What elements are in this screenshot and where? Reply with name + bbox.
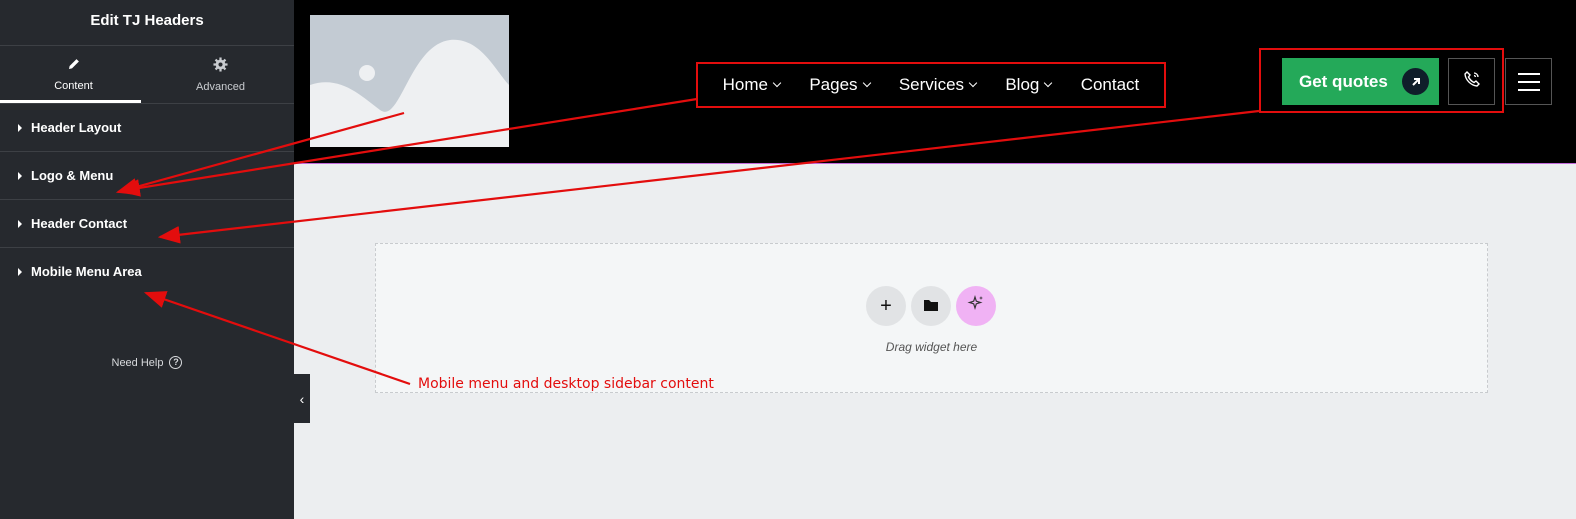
hamburger-menu-button[interactable] (1505, 58, 1552, 105)
caret-right-icon (18, 171, 22, 180)
section-header-layout[interactable]: Header Layout (0, 104, 294, 152)
nav-label: Blog (1005, 75, 1040, 94)
nav-label: Home (722, 75, 769, 94)
template-library-button[interactable] (911, 286, 951, 326)
collapse-panel-button[interactable]: ‹ (294, 374, 310, 423)
editor-panel: Edit TJ Headers Content Advanced Header … (0, 0, 294, 519)
chevron-down-icon (772, 78, 782, 88)
question-circle-icon: ? (169, 356, 183, 369)
section-label: Logo & Menu (31, 168, 114, 183)
caret-right-icon (18, 123, 22, 132)
nav-label: Services (898, 75, 965, 94)
active-tab-indicator (0, 100, 141, 103)
annotation-label: Mobile menu and desktop sidebar content (418, 376, 714, 392)
chevron-down-icon (1044, 78, 1053, 88)
nav-item-contact[interactable]: Contact (1081, 75, 1140, 95)
caret-right-icon (18, 219, 22, 228)
drop-hint-text: Drag widget here (885, 340, 978, 354)
widget-drop-zone[interactable]: + Drag widget here (375, 243, 1488, 393)
plus-icon: + (880, 294, 892, 317)
phone-button[interactable] (1448, 58, 1495, 105)
section-mobile-menu-area[interactable]: Mobile Menu Area (0, 248, 294, 295)
section-header-contact[interactable]: Header Contact (0, 200, 294, 248)
panel-tabs: Content Advanced (0, 46, 294, 104)
nav-item-home[interactable]: Home (722, 75, 782, 95)
nav-label: Contact (1080, 75, 1140, 94)
chevron-left-icon: ‹ (299, 390, 305, 407)
panel-title: Edit TJ Headers (0, 0, 294, 46)
nav-label: Pages (809, 75, 858, 94)
hamburger-icon-line (1517, 72, 1540, 75)
tab-advanced-label: Advanced (196, 80, 245, 93)
need-help-link[interactable]: Need Help ? (0, 356, 294, 369)
dropzone-actions: + (866, 286, 996, 326)
get-quotes-label: Get quotes (1299, 71, 1388, 91)
logo-placeholder-image[interactable] (310, 15, 509, 147)
section-label: Header Contact (31, 216, 128, 231)
get-quotes-button[interactable]: Get quotes (1282, 58, 1439, 105)
caret-right-icon (18, 267, 22, 276)
ai-generate-button[interactable] (956, 286, 996, 326)
chevron-down-icon (862, 78, 871, 88)
chevron-down-icon (968, 78, 978, 88)
arrow-up-right-icon (1402, 68, 1429, 95)
section-label: Header Layout (31, 120, 122, 135)
nav-item-services[interactable]: Services (898, 75, 978, 95)
hamburger-icon-line (1517, 80, 1540, 83)
add-section-button[interactable]: + (866, 286, 906, 326)
section-logo-menu[interactable]: Logo & Menu (0, 152, 294, 200)
need-help-label: Need Help (111, 356, 164, 369)
sparkle-icon (967, 294, 985, 318)
nav-item-blog[interactable]: Blog (1005, 75, 1053, 95)
tab-advanced[interactable]: Advanced (147, 46, 294, 103)
phone-icon (1463, 70, 1481, 93)
main-nav: Home Pages Services Blog Contact (696, 62, 1166, 108)
section-label: Mobile Menu Area (31, 264, 142, 279)
nav-item-pages[interactable]: Pages (809, 75, 871, 95)
hamburger-icon-line (1517, 88, 1540, 91)
gear-icon (213, 56, 228, 75)
tab-content[interactable]: Content (0, 46, 147, 103)
pencil-icon (67, 57, 81, 74)
folder-icon (923, 295, 939, 318)
tab-content-label: Content (54, 80, 93, 92)
site-header-preview: Home Pages Services Blog Contact Get quo… (294, 0, 1576, 164)
